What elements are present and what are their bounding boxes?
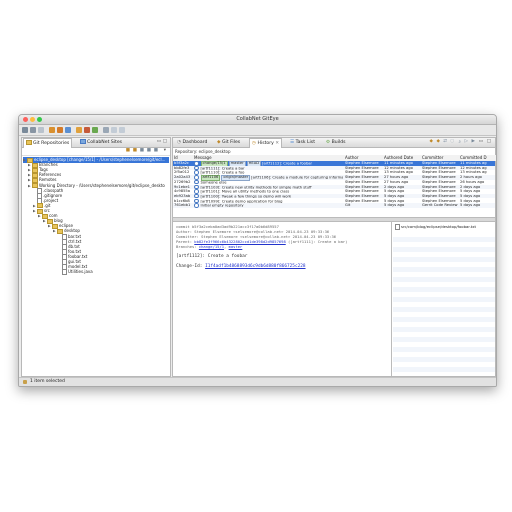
branch-link[interactable]: change/15/1 [199, 244, 224, 249]
commit-message-text: [artf1111]: Create a bar [200, 165, 245, 170]
left-panel: Git Repositories CollabNet Sites ▭ □ ■ ■… [21, 137, 171, 377]
save-icon[interactable] [30, 127, 36, 133]
right-panel: ◔ Dashboard ◆ Git Files ◷ History ✕ ☰ Ta… [172, 137, 496, 377]
commit-message-text: [artf1112]: Create a foobar [262, 161, 313, 166]
commit-message: [artf1112]: Create a foobar [176, 254, 248, 259]
change-id-line: Change-Id: I1f4adf1b4868893d6c9db6d880f8… [176, 264, 306, 269]
minimize-panel-icon[interactable]: ▭ [479, 139, 483, 144]
right-tabbar: ◔ Dashboard ◆ Git Files ◷ History ✕ ☰ Ta… [173, 138, 495, 148]
changed-file-path: src/com/blog/eclipse/desktop/foobar.txt [401, 224, 477, 229]
previous-icon[interactable]: ▷ [465, 139, 468, 144]
left-panel-toolbar: ■ ■ ■ ■ ■ ▾ [22, 148, 170, 156]
window-title: CollabNet GitEye [236, 116, 279, 122]
git-push-icon[interactable] [84, 127, 90, 133]
git-pull-icon[interactable] [65, 127, 71, 133]
repository-label: Repository: eclipse_desktop [175, 149, 231, 154]
minimize-panel-icon[interactable]: ▭ [157, 139, 161, 144]
tree-item-label: Utilities.java [68, 269, 93, 275]
left-tabbar: Git Repositories CollabNet Sites ▭ □ [22, 138, 170, 148]
git-repository-icon [26, 140, 32, 145]
tab-builds[interactable]: ⚙ Builds [324, 139, 348, 146]
collapse-all-icon[interactable]: ■ [154, 148, 158, 153]
tab-label: CollabNet Sites [87, 140, 123, 145]
commit-message-text: [artf1106]: Create a module for capturin… [251, 175, 343, 180]
repository-tree: ▶ eclipse_desktop [change/15/1] - /Users/… [23, 157, 169, 376]
tab-label: Dashboard [182, 140, 208, 145]
history-row[interactable]: 761ebb1 Initial empty repository Git 5 days… [173, 203, 495, 208]
message-cell: Initial empty repository [194, 203, 343, 208]
tab-label: Builds [331, 140, 346, 145]
commit-graph-node-icon [194, 203, 199, 208]
clone-repository-icon[interactable]: ■ [133, 148, 137, 153]
tab-label: Task List [295, 140, 315, 145]
maximize-panel-icon[interactable]: □ [163, 139, 167, 144]
commit-message-text: [artf1101]: Move all utility methods to … [200, 189, 290, 194]
branches-prefix: Branches: [176, 244, 199, 249]
parent-suffix: ([artf1111]: Create a bar) [285, 239, 348, 244]
git-commit-icon[interactable] [76, 127, 82, 133]
commit-message-text: [artf1099]: Create demo application for … [200, 198, 283, 203]
view-menu-icon[interactable]: ▾ [164, 148, 166, 153]
tab-history[interactable]: ◷ History ✕ [249, 138, 283, 148]
git-merge-icon[interactable] [92, 127, 98, 133]
tab-task-list[interactable]: ☰ Task List [288, 139, 317, 146]
status-bar: 1 item selected [19, 377, 496, 386]
change-id-prefix: Change-Id: [176, 264, 206, 269]
changed-files-pane: src/com/blog/eclipse/desktop/foobar.txt [393, 222, 495, 376]
search-icon[interactable] [103, 127, 109, 133]
show-all-branches-icon[interactable]: ◆ [437, 139, 440, 144]
close-tab-icon[interactable]: ✕ [274, 141, 279, 146]
tab-label: History [257, 141, 274, 146]
link-with-selection-icon[interactable]: ⇄ [443, 139, 447, 144]
print-icon[interactable] [38, 127, 44, 133]
collabnet-icon [80, 139, 86, 144]
application-window: CollabNet GitEye Git Repositories Collab… [18, 114, 497, 387]
git-clone-icon[interactable] [49, 127, 55, 133]
refresh-icon[interactable]: ■ [147, 148, 151, 153]
filter-icon[interactable]: ◌ [450, 139, 454, 144]
text-file-icon [395, 224, 400, 230]
git-fetch-icon[interactable] [57, 127, 63, 133]
add-repository-icon[interactable]: ■ [126, 148, 130, 153]
commit-message-text: [artf1110]: Create a foo [200, 170, 245, 175]
compare-mode-icon[interactable]: ◆ [430, 139, 433, 144]
tree-item[interactable]: Utilities.java [58, 269, 169, 276]
commit-message-text: Someone else [200, 180, 227, 185]
id-cell: 761ebb1 [174, 203, 191, 208]
commit-message-text: [artf1103]: Create new utility methods f… [200, 184, 312, 189]
tab-git-repositories[interactable]: Git Repositories [23, 138, 73, 148]
next-icon[interactable]: ▶ [472, 139, 475, 144]
maximize-panel-icon[interactable]: □ [487, 139, 491, 144]
commit-message-text: Initial empty repository [200, 203, 244, 208]
branches-line: Branches: change/15/1, master [176, 244, 243, 249]
change-id-link[interactable]: I1f4adf1b4868893d6c9db6d880f866725c228 [205, 264, 305, 269]
branch-link[interactable]: master [229, 244, 243, 249]
forward-icon[interactable] [119, 127, 125, 133]
tab-git-files[interactable]: ◆ Git Files [215, 139, 242, 146]
file-icon [62, 269, 67, 276]
committed-cell: 5 days ago [460, 203, 481, 208]
tab-label: Git Files [222, 140, 241, 145]
title-bar: CollabNet GitEye [19, 115, 496, 125]
authored-cell: 5 days ago [384, 203, 405, 208]
commit-details-pane: commit b5f3a2ceba0ad3ad9b221acc3f17a0b6d… [173, 222, 392, 376]
history-table: Id Message Author Authored Date Committe… [173, 155, 496, 215]
file-list-stripes [393, 232, 495, 376]
main-toolbar [19, 125, 496, 136]
commit-message-text: [artf1100]: Tweak a few things so demo w… [200, 194, 292, 199]
author-cell: Git [345, 203, 351, 208]
create-repository-icon[interactable]: ■ [140, 148, 144, 153]
search-history-icon[interactable]: ⌕ [458, 139, 461, 145]
tab-collabnet-sites[interactable]: CollabNet Sites [78, 139, 124, 146]
committer-cell: Gerrit Code Review [422, 203, 458, 208]
changed-file-item[interactable]: src/com/blog/eclipse/desktop/foobar.txt [395, 224, 476, 230]
back-icon[interactable] [111, 127, 117, 133]
tab-dashboard[interactable]: ◔ Dashboard [175, 139, 209, 146]
status-text: 1 item selected [30, 379, 65, 384]
new-icon[interactable] [22, 127, 28, 133]
tab-label: Git Repositories [33, 141, 70, 146]
status-icon [23, 380, 27, 384]
